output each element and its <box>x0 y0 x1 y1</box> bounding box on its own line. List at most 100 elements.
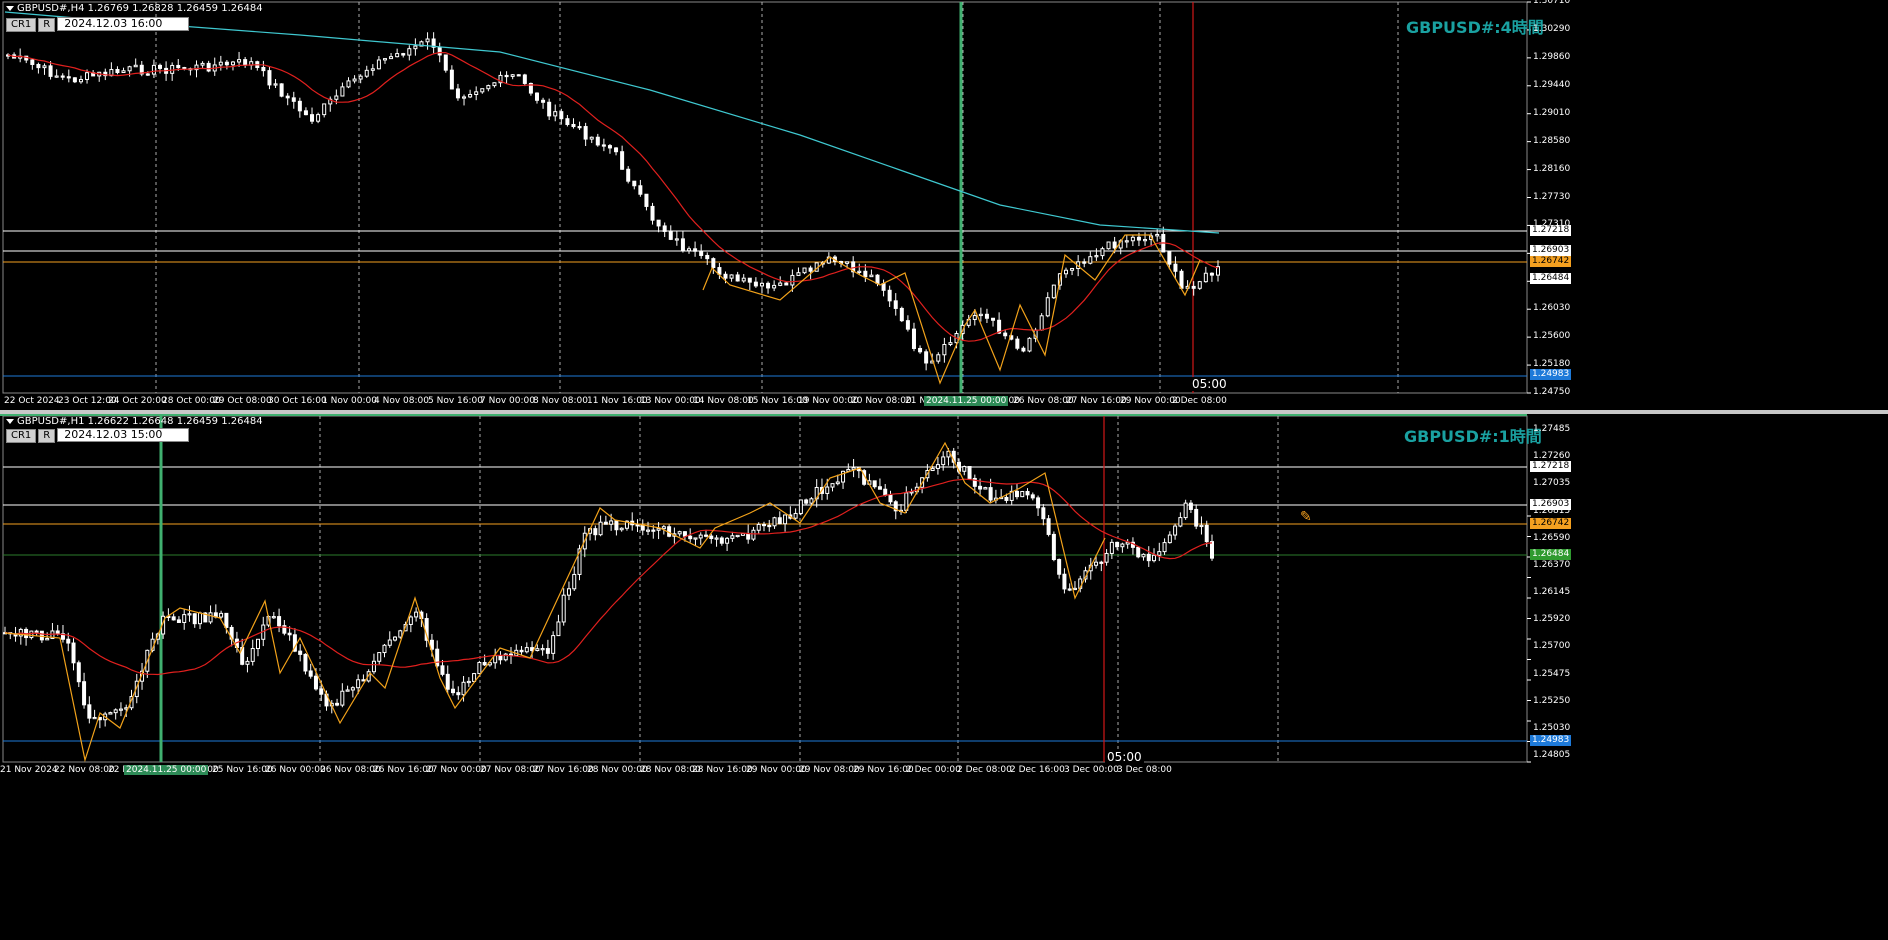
h1-candle-body <box>1115 541 1120 548</box>
h1-time-axis-label: 22 Nov 08:00 <box>54 765 115 775</box>
h4-candle-body <box>303 110 308 116</box>
h1-candle-body <box>793 512 798 519</box>
h4-candle-body <box>693 248 698 252</box>
h4-candle-body <box>881 283 886 291</box>
h1-candle-body <box>456 692 461 696</box>
h1-candle-body <box>76 662 81 683</box>
h4-candle-body <box>1082 261 1087 264</box>
h4-candle-body <box>322 103 327 116</box>
h1-ohlc-text: GBPUSD#,H1 1.26622 1.26648 1.26459 1.264… <box>17 416 263 427</box>
h1-candle-body <box>335 702 340 706</box>
h4-candle-body <box>1039 315 1044 331</box>
h4-candle-body <box>984 313 989 319</box>
h4-price-tag-orange: 1.26742 <box>1530 256 1572 267</box>
h1-candle-body <box>1173 525 1178 536</box>
h1-candle-body <box>435 648 440 667</box>
h1-time-axis-label: 29 Nov 16:00 <box>853 765 914 775</box>
h1-candle-body <box>1067 588 1072 591</box>
h4-candle-body <box>176 64 181 69</box>
h1-candle-body <box>387 639 392 646</box>
h4-candle-body <box>1130 236 1135 242</box>
h4-candle-body <box>924 351 929 364</box>
h4-candle-body <box>115 68 120 74</box>
h1-price-axis-label: 1.25475 <box>1533 668 1571 679</box>
h1-candle-body <box>408 616 413 625</box>
h4-candle-body <box>352 78 357 82</box>
h4-candle-body <box>729 274 734 279</box>
h4-candle-body <box>1167 251 1172 265</box>
h1-time-axis-highlight: 2024.11.25 00:00 <box>124 765 209 775</box>
h4-candle-body <box>687 248 692 252</box>
h4-candle-body <box>151 64 156 75</box>
h4-price-tag-white: 1.26903 <box>1530 245 1572 256</box>
h4-candle-body <box>583 126 588 140</box>
h4-candle-body <box>310 114 315 122</box>
cr1-button[interactable]: CR1 <box>6 429 37 443</box>
h4-candle-body <box>462 96 467 99</box>
h1-candle-body <box>277 616 282 627</box>
h4-candle-body <box>382 58 387 61</box>
r-button[interactable]: R <box>38 18 56 32</box>
h4-candle-body <box>279 83 284 97</box>
h4-chart-pane[interactable]: GBPUSD#,H4 1.26769 1.26828 1.26459 1.264… <box>0 0 1888 410</box>
h4-candle-body <box>54 75 59 78</box>
h4-time-axis-label: 19 Nov 00:00 <box>798 396 859 406</box>
h4-candle-body <box>243 59 248 66</box>
h1-symbol-watermark: GBPUSD#:1時間 <box>1404 427 1542 446</box>
h4-candle-body <box>78 79 83 83</box>
h4-candle-body <box>1045 297 1050 317</box>
h1-candle-body <box>603 521 608 525</box>
h1-chart-canvas[interactable] <box>0 415 1888 777</box>
h1-candle-body <box>1210 541 1214 559</box>
h4-candle-body <box>158 64 163 69</box>
h4-candle-body <box>911 328 916 349</box>
h1-candle-body <box>313 675 318 690</box>
h4-candle-body <box>1191 285 1196 289</box>
h4-time-axis-label: 24 Oct 20:00 <box>108 396 167 406</box>
h4-chart-canvas[interactable] <box>0 0 1888 410</box>
h1-candle-body <box>219 612 224 618</box>
r-button[interactable]: R <box>38 429 56 443</box>
h1-candle-body <box>1046 518 1051 535</box>
collapse-triangle-icon[interactable] <box>6 418 14 424</box>
h1-candle-body <box>714 537 719 540</box>
h4-candle-body <box>857 270 862 273</box>
h1-candle-body <box>798 499 803 514</box>
h4-candle-body <box>1203 272 1208 283</box>
h1-candle-body <box>1146 553 1151 562</box>
h4-price-axis-label: 1.29440 <box>1533 79 1571 90</box>
h1-candle-body <box>1167 534 1172 544</box>
h1-price-axis-label: 1.25920 <box>1533 614 1571 625</box>
h1-candle-body <box>1036 497 1041 509</box>
h4-candle-body <box>753 281 758 287</box>
h1-candle-body <box>245 660 250 665</box>
h4-candle-body <box>376 59 381 70</box>
h1-candle-body <box>414 611 419 618</box>
h4-candle-body <box>1100 248 1105 257</box>
h4-price-axis-label: 1.30290 <box>1533 23 1571 34</box>
cr1-button[interactable]: CR1 <box>6 18 37 32</box>
h1-candle-body <box>1062 573 1067 590</box>
collapse-triangle-icon[interactable] <box>6 5 14 11</box>
h1-candle-body <box>39 630 44 641</box>
h1-candle-body <box>45 638 50 641</box>
h1-candle-body <box>888 494 893 503</box>
h4-time-axis-label: 28 Oct 00:00 <box>162 396 221 406</box>
h1-time-axis-label: 27 Nov 16:00 <box>533 765 594 775</box>
h4-candle-body <box>668 230 673 240</box>
h4-price-axis-label: 1.29860 <box>1533 51 1571 62</box>
h4-candle-body <box>601 144 606 147</box>
h4-vline-time-label: 05:00 <box>1190 377 1229 391</box>
h4-candle-body <box>1051 284 1056 299</box>
h4-candle-body <box>632 180 637 187</box>
h1-candle-body <box>772 517 777 527</box>
h4-candle-body <box>571 123 576 128</box>
h1-candle-body <box>1188 502 1193 510</box>
h1-candle-body <box>466 680 471 684</box>
h1-candle-body <box>761 523 766 527</box>
h4-candle-body <box>723 273 728 279</box>
h1-candle-body <box>656 528 661 531</box>
h4-candle-body <box>1209 272 1214 276</box>
h1-chart-pane[interactable]: GBPUSD#,H1 1.26622 1.26648 1.26459 1.264… <box>0 415 1888 777</box>
h4-candle-body <box>565 118 570 125</box>
